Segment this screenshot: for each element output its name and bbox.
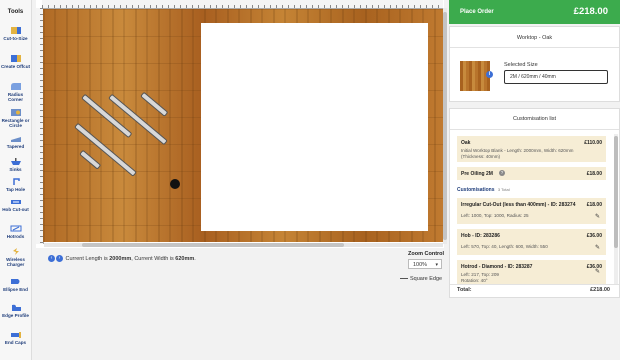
tool-ellipse-end[interactable]: Ellipse End: [0, 277, 31, 292]
chevron-down-icon: ▾: [435, 262, 438, 268]
irregular-cutout-hole[interactable]: [170, 179, 180, 189]
tools-sidebar: Tools Cut-to-Size Create Offcut Radius C…: [0, 0, 32, 360]
tool-wireless-charger[interactable]: Wireless Charger: [0, 247, 31, 267]
tool-end-caps[interactable]: End Caps: [0, 330, 31, 345]
tool-create-offcut[interactable]: Create Offcut: [0, 54, 31, 69]
edit-pencil-icon[interactable]: ✎: [594, 245, 601, 252]
vertical-scrollbar[interactable]: [443, 8, 447, 244]
wireless-charger-icon: [12, 248, 19, 255]
place-order-label: Place Order: [460, 9, 494, 15]
tools-title: Tools: [7, 9, 24, 15]
total-label: Total:: [457, 287, 472, 293]
customisations-header: Customisations 3 Total: [457, 187, 510, 193]
current-width: 620mm: [175, 255, 195, 262]
product-panel: Worktop - Oak i Selected Size 2M / 620mm…: [449, 26, 620, 102]
tool-radius-corner[interactable]: Radius Corner: [0, 82, 31, 102]
end-caps-icon: [10, 332, 21, 338]
chevron-right-icon[interactable]: ›: [56, 255, 63, 262]
hotrod-slot[interactable]: [140, 91, 169, 117]
hotrod-slot[interactable]: [79, 149, 102, 170]
dimensions-readout: ‹ › Current Length is 2000mm, Current Wid…: [48, 255, 196, 262]
edge-line-icon: [400, 278, 408, 280]
edge-legend: Square Edge: [400, 276, 442, 282]
tool-sinks[interactable]: Sinks: [0, 157, 31, 172]
order-price: £218.00: [573, 6, 608, 17]
customisation-title: Customisation list: [512, 116, 557, 122]
list-item-hotrod: Hotrod - Diamond - ID: 283287 £36.00 Lef…: [457, 260, 606, 284]
total-value: £218.00: [590, 287, 610, 293]
tool-rectangle-circle[interactable]: Rectangle or Circle: [0, 108, 31, 128]
tool-edge-profile[interactable]: Edge Profile: [0, 303, 31, 318]
hotrod-slot[interactable]: [108, 93, 168, 146]
selected-size-label: Selected Size: [504, 62, 538, 68]
help-icon[interactable]: ?: [499, 170, 505, 176]
place-order-button[interactable]: Place Order £218.00: [449, 0, 620, 24]
cut-to-size-icon: [10, 27, 21, 34]
rectangle-circle-icon: [10, 109, 21, 116]
list-item-oiling: Pre Oiling 2M ? £18.00: [457, 167, 606, 180]
edit-pencil-icon[interactable]: ✎: [594, 269, 601, 276]
size-select[interactable]: 2M / 620mm / 40mm: [504, 70, 608, 84]
list-scrollbar[interactable]: [614, 134, 618, 284]
create-offcut-icon: [10, 55, 21, 62]
info-icon[interactable]: i: [486, 71, 493, 78]
horizontal-scroll-thumb[interactable]: [82, 243, 344, 247]
hotrods-icon: [10, 225, 21, 232]
horizontal-scrollbar[interactable]: [44, 243, 443, 247]
radius-corner-icon: [10, 83, 21, 90]
list-item-irregular-cutout: Irregular Cut-Out (less than 400mm) - ID…: [457, 198, 606, 224]
zoom-control-label: Zoom Control: [408, 251, 445, 257]
list-item-oak: Oak £110.00 Initial Worktop Blank - Leng…: [457, 136, 606, 162]
tapered-icon: [10, 137, 21, 142]
hob-cutout[interactable]: [201, 23, 428, 231]
product-title: Worktop - Oak: [516, 35, 553, 41]
current-length: 2000mm: [109, 255, 132, 262]
edit-pencil-icon[interactable]: ✎: [594, 214, 601, 221]
list-scroll-thumb[interactable]: [614, 136, 618, 248]
hob-cutout-icon: [10, 200, 21, 204]
tool-hotrods[interactable]: Hotrods: [0, 224, 31, 239]
tool-tapered[interactable]: Tapered: [0, 134, 31, 149]
vertical-scroll-thumb[interactable]: [443, 12, 447, 240]
ellipse-end-icon: [10, 279, 19, 284]
edge-profile-icon: [11, 304, 21, 311]
top-ruler: [42, 0, 443, 9]
tool-tap-hole[interactable]: Tap Hole: [0, 177, 31, 192]
tool-cut-to-size[interactable]: Cut-to-Size: [0, 26, 31, 41]
chevron-left-icon[interactable]: ‹: [48, 255, 55, 262]
customisation-panel: Customisation list Oak £110.00 Initial W…: [449, 108, 620, 298]
tap-hole-icon: [12, 178, 20, 185]
sink-icon: [10, 158, 21, 165]
list-item-hob: Hob - ID: 283286 £36.00 Left: 570, Top: …: [457, 229, 606, 255]
zoom-select[interactable]: 100% ▾: [408, 259, 442, 269]
tool-hob-cutout[interactable]: Hob Cut-out: [0, 197, 31, 212]
